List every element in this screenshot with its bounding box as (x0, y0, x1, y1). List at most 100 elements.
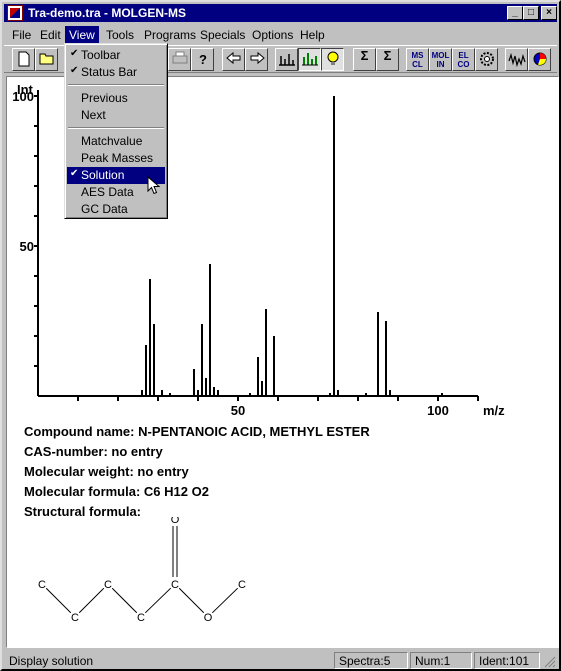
window-title: Tra-demo.tra - MOLGEN-MS (28, 6, 187, 20)
previous-label: Previous (81, 91, 128, 105)
pie-icon (533, 52, 546, 66)
menu-tools[interactable]: Tools (102, 26, 138, 43)
matchvalue-label: Matchvalue (81, 134, 143, 148)
gear-icon (479, 52, 494, 66)
view-menu-toolbar[interactable]: ✔ Toolbar (67, 47, 165, 64)
status-num: Num:1 (410, 652, 472, 669)
chem-bond (144, 587, 172, 614)
chem-atom: C (137, 612, 145, 624)
app-window: Tra-demo.tra - MOLGEN-MS _ □ × File Edit… (0, 0, 561, 671)
chem-bond (178, 587, 205, 614)
ms-cl-label: MS CL (411, 51, 424, 69)
pie-button[interactable] (528, 48, 551, 71)
el-co-button[interactable]: EL CO (452, 48, 475, 71)
compound-name: Compound name: N-PENTANOIC ACID, METHYL … (24, 424, 370, 439)
menu-options[interactable]: Options (248, 26, 297, 43)
settings-button[interactable] (475, 48, 498, 71)
status-message: Display solution (9, 654, 94, 668)
check-icon: ✔ (70, 48, 79, 59)
bars-icon (301, 53, 318, 66)
aes-data-label: AES Data (81, 185, 134, 199)
help-button[interactable]: ? (191, 48, 214, 71)
status-bar: Display solution Spectra:5 Num:1 Ident:1… (4, 650, 557, 669)
el-co-label: EL CO (457, 51, 470, 69)
new-button[interactable] (12, 48, 35, 71)
chem-atom: C (171, 579, 179, 591)
status-spectra: Spectra:5 (334, 652, 408, 669)
view-menu-status-bar[interactable]: ✔ Status Bar (67, 64, 165, 81)
print-icon (172, 51, 187, 64)
ms-cl-button[interactable]: MS CL (406, 48, 429, 71)
chem-atom: O (171, 517, 180, 526)
menu-edit[interactable]: Edit (36, 26, 65, 43)
chem-atom: C (104, 579, 112, 591)
chem-atom: C (38, 579, 46, 591)
minimize-button[interactable]: _ (507, 6, 523, 20)
check-icon: ✔ (70, 65, 79, 76)
view-menu-matchvalue[interactable]: Matchvalue (67, 133, 165, 150)
chem-bond (45, 587, 72, 614)
toolbar-label: Toolbar (81, 48, 121, 62)
peaks-icon (278, 54, 295, 66)
bars-button[interactable] (298, 48, 321, 71)
maximize-button[interactable]: □ (523, 6, 539, 20)
menu-specials[interactable]: Specials (196, 26, 249, 43)
menu-file[interactable]: File (8, 26, 35, 43)
status-ident: Ident:101 (474, 652, 540, 669)
sigma-button-a[interactable]: Σ (353, 48, 376, 71)
structural-formula: C C C C C O O C (38, 517, 246, 624)
mol-in-button[interactable]: MOL IN (429, 48, 452, 71)
new-icon (18, 51, 29, 67)
peak-masses-label: Peak Masses (81, 151, 154, 165)
sigma-icon: Σ (360, 48, 369, 63)
x-tick-label: 50 (231, 403, 245, 417)
peaks-button[interactable] (275, 48, 298, 71)
app-icon[interactable] (7, 5, 23, 21)
status-bar-label: Status Bar (81, 65, 138, 79)
molecular-weight: Molecular weight: no entry (24, 464, 189, 479)
close-button[interactable]: × (541, 6, 557, 20)
svg-text:?: ? (199, 52, 207, 67)
help-icon: ? (199, 52, 207, 67)
spectrum-icon (507, 52, 526, 68)
chem-bond (111, 587, 138, 614)
arrow-left-icon (225, 51, 240, 65)
menu-view[interactable]: View (65, 26, 99, 43)
view-menu-peak-masses[interactable]: Peak Masses (67, 150, 165, 167)
chem-bond (211, 587, 239, 614)
menu-bar: File Edit View Tools Programs Specials O… (4, 23, 557, 43)
menu-separator (68, 127, 164, 129)
next-button[interactable] (245, 48, 268, 71)
bulb-button[interactable] (321, 48, 344, 71)
previous-button[interactable] (222, 48, 245, 71)
spectrum-button[interactable] (505, 48, 528, 71)
menu-separator (68, 84, 164, 86)
view-menu-gc-data[interactable]: GC Data (67, 201, 165, 218)
menu-help[interactable]: Help (296, 26, 329, 43)
molecular-formula: Molecular formula: C6 H12 O2 (24, 484, 209, 499)
menu-programs[interactable]: Programs (140, 26, 200, 43)
mouse-cursor-icon (147, 176, 161, 195)
open-button[interactable] (35, 48, 58, 71)
open-icon (39, 53, 53, 65)
chem-atom: O (204, 612, 213, 624)
arrow-right-icon (250, 51, 265, 65)
chem-bond (78, 587, 105, 614)
view-menu-previous[interactable]: Previous (67, 90, 165, 107)
gc-data-label: GC Data (81, 202, 128, 216)
view-menu-next[interactable]: Next (67, 107, 165, 124)
sigma-icon: Σ (383, 48, 392, 63)
resize-grip-icon[interactable] (543, 655, 556, 668)
check-icon: ✔ (70, 168, 79, 179)
y-tick-label: 100 (12, 89, 34, 104)
chem-atom: C (71, 612, 79, 624)
mol-in-label: MOL IN (431, 51, 450, 69)
y-tick-label: 50 (20, 239, 34, 254)
chem-atom: C (238, 579, 246, 591)
print-button[interactable] (168, 48, 191, 71)
x-tick-label: 100 (427, 403, 449, 417)
title-bar[interactable]: Tra-demo.tra - MOLGEN-MS _ □ × (4, 4, 557, 22)
solution-label: Solution (81, 168, 125, 182)
next-label: Next (81, 108, 106, 122)
sigma-button-b[interactable]: Σ (376, 48, 399, 71)
